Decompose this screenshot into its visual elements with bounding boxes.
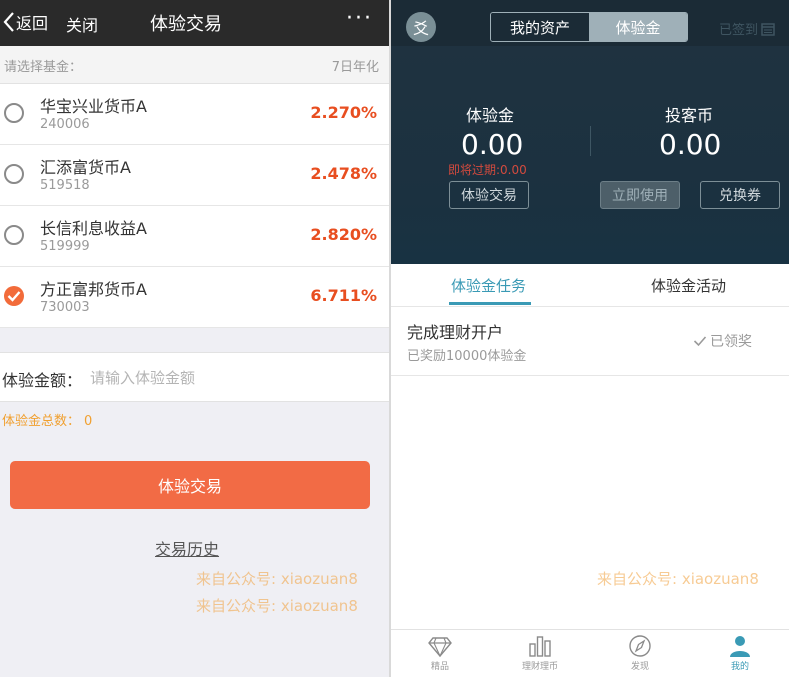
nav-label: 发现: [630, 662, 649, 672]
diamond-icon: [428, 637, 452, 658]
experience-gold-label: 体验金: [466, 106, 515, 125]
more-menu-button[interactable]: ···: [346, 6, 373, 31]
seven-day-yield-label: 7日年化: [331, 60, 379, 75]
nav-label: 精品: [430, 662, 449, 672]
voucher-button[interactable]: 兑换券: [700, 181, 780, 209]
radio-unchecked-icon[interactable]: [4, 225, 24, 245]
nav-item-discover[interactable]: 发现: [605, 634, 675, 672]
fund-name: 长信利息收益A: [40, 219, 147, 238]
radio-checked-icon[interactable]: [4, 286, 24, 306]
signed-in-status[interactable]: 已签到: [719, 19, 775, 38]
avatar[interactable]: 爻: [406, 12, 436, 42]
amount-label: 体验金额：: [2, 371, 83, 390]
nav-item-mine[interactable]: 我的: [705, 634, 775, 672]
watermark-text: 来自公众号: xiaozuan8: [597, 570, 759, 588]
fund-name: 华宝兴业货币A: [40, 97, 147, 116]
list-item[interactable]: 完成理财开户 已奖励10000体验金 已领奖: [391, 307, 789, 376]
nav-label: 理财理币: [521, 662, 558, 672]
page-title: 体验交易: [150, 14, 222, 35]
fund-row[interactable]: 长信利息收益A 519999 2.820%: [0, 206, 389, 267]
experience-gold-value: 0.00: [461, 128, 524, 161]
radio-unchecked-icon[interactable]: [4, 164, 24, 184]
left-panel: 返回 关闭 体验交易 ··· 请选择基金： 7日年化 华宝兴业货币A 24000…: [0, 0, 389, 677]
segmented-control: 我的资产 体验金: [490, 12, 688, 42]
fund-yield: 2.478%: [310, 164, 377, 183]
fund-yield: 2.820%: [310, 225, 377, 244]
fund-code: 519999: [40, 239, 90, 254]
account-header: 爻 我的资产 体验金 已签到 体验金 0.00 即将过期:0.00 体验交易 投…: [391, 0, 789, 264]
left-header-bar: 返回 关闭 体验交易 ···: [0, 0, 389, 46]
tab-experience-tasks[interactable]: 体验金任务: [451, 275, 526, 296]
fund-yield: 2.270%: [310, 103, 377, 122]
task-status: 已领奖: [693, 331, 752, 351]
fund-row[interactable]: 汇添富货币A 519518 2.478%: [0, 145, 389, 206]
watermark-text: 来自公众号: xiaozuan8: [196, 570, 358, 588]
column-divider: [590, 126, 591, 156]
checkmark-icon: [693, 336, 707, 347]
fund-select-label: 请选择基金：: [4, 60, 83, 75]
bars-icon: [529, 636, 551, 657]
checkmark-icon: [7, 291, 21, 302]
amount-input[interactable]: [88, 362, 382, 394]
coin-label: 投客币: [665, 106, 714, 125]
close-button[interactable]: 关闭: [66, 12, 98, 36]
expiring-soon-text: 即将过期:0.00: [448, 163, 527, 177]
trade-history-link[interactable]: 交易历史: [155, 536, 219, 560]
fund-row[interactable]: 华宝兴业货币A 240006 2.270%: [0, 84, 389, 145]
total-experience-amount: 体验金总数： 0: [2, 410, 92, 429]
nav-item-finance[interactable]: 理财理币: [505, 634, 575, 672]
back-button[interactable]: 返回: [2, 9, 48, 35]
task-status-label: 已领奖: [710, 334, 752, 350]
compass-icon: [629, 635, 651, 657]
coin-value: 0.00: [659, 128, 722, 161]
tab-experience-activities[interactable]: 体验金活动: [651, 275, 726, 296]
task-reward-text: 已奖励10000体验金: [407, 349, 527, 364]
task-title: 完成理财开户: [407, 323, 504, 342]
right-panel: 爻 我的资产 体验金 已签到 体验金 0.00 即将过期:0.00 体验交易 投…: [391, 0, 789, 678]
active-tab-indicator: [449, 302, 531, 305]
tab-experience-gold[interactable]: 体验金: [589, 13, 687, 41]
fund-name: 方正富邦货币A: [40, 280, 147, 299]
fund-code: 240006: [40, 117, 90, 132]
fund-row[interactable]: 方正富邦货币A 730003 6.711%: [0, 267, 389, 328]
fund-code: 730003: [40, 300, 90, 315]
tab-my-assets[interactable]: 我的资产: [491, 13, 589, 41]
fund-name: 汇添富货币A: [40, 158, 131, 177]
user-icon: [730, 636, 750, 657]
use-now-button[interactable]: 立即使用: [600, 181, 680, 209]
bottom-nav: 精品 理财理币 发现 我的: [391, 629, 789, 678]
task-tabs: 体验金任务 体验金活动: [391, 264, 789, 307]
calendar-icon: [761, 22, 775, 36]
total-label: 体验金总数：: [2, 414, 81, 429]
experience-trade-small-button[interactable]: 体验交易: [449, 181, 529, 209]
fund-code: 519518: [40, 178, 90, 193]
nav-label: 我的: [730, 662, 749, 672]
fund-list-header: 请选择基金： 7日年化: [0, 46, 389, 84]
chevron-left-icon: [3, 12, 14, 32]
nav-item-featured[interactable]: 精品: [405, 634, 475, 672]
back-label: 返回: [16, 14, 49, 33]
experience-trade-button[interactable]: 体验交易: [10, 461, 370, 509]
total-value: 0: [84, 414, 93, 429]
signed-in-label: 已签到: [719, 23, 759, 38]
fund-list: 华宝兴业货币A 240006 2.270% 汇添富货币A 519518 2.47…: [0, 84, 389, 328]
watermark-text: 来自公众号: xiaozuan8: [196, 597, 358, 615]
fund-yield: 6.711%: [310, 286, 377, 305]
radio-unchecked-icon[interactable]: [4, 103, 24, 123]
amount-row: 体验金额：: [0, 352, 389, 402]
